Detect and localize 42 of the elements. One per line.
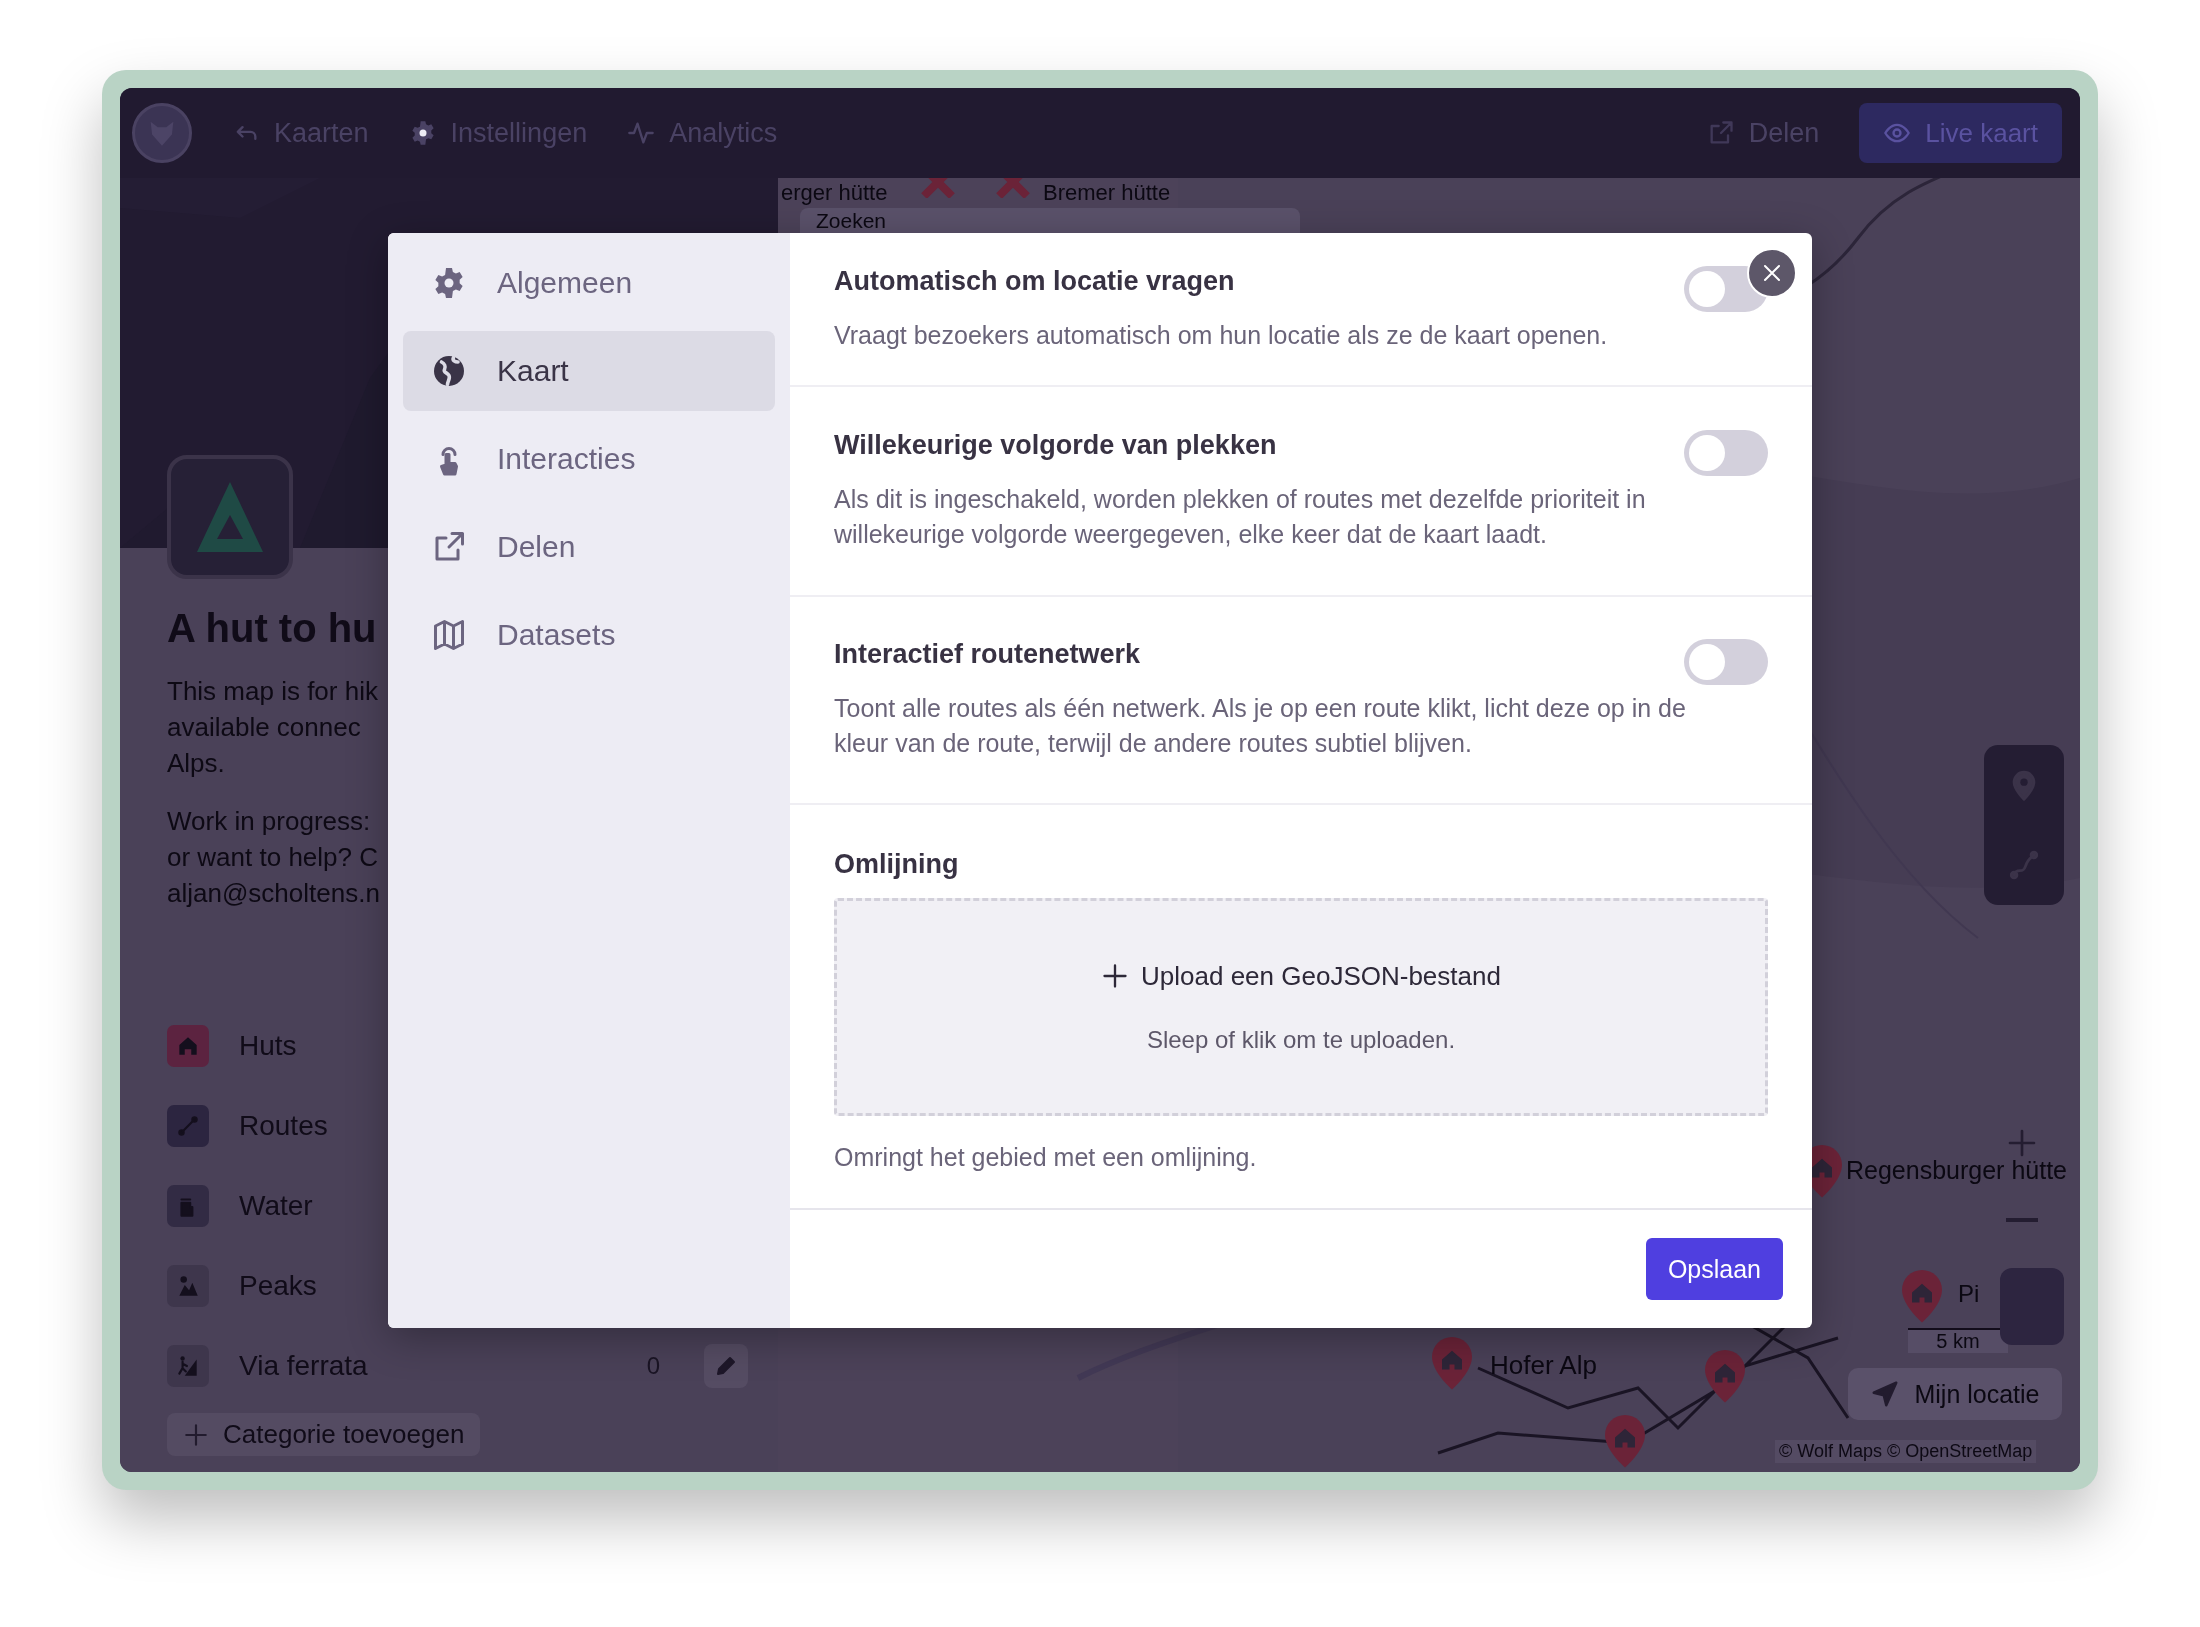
map-attribution: © Wolf Maps © OpenStreetMap [1775, 1440, 2037, 1463]
upload-hint: Sleep of klik om te uploaden. [1146, 1025, 1456, 1054]
route-icon [2007, 848, 2041, 882]
zoom-in-button[interactable] [2006, 1127, 2038, 1159]
minus-icon [2006, 1218, 2038, 1222]
marker-label[interactable]: Bremer hütte [1043, 180, 1171, 206]
upload-label[interactable]: Upload een GeoJSON-bestand [1101, 960, 1501, 992]
map-icon [431, 617, 467, 653]
setting-description: Vraagt bezoekers automatisch om hun locatie als ze de kaart openen. [834, 319, 1609, 351]
setting-description: Omringt het gebied met een omlijning. [834, 1142, 1258, 1173]
setting-title: Automatisch om locatie vragen [834, 265, 1235, 297]
live-map-button[interactable]: Live kaart [1859, 103, 2062, 163]
zoom-out-button[interactable] [2006, 1218, 2038, 1222]
route-glyph-icon [175, 1113, 201, 1139]
settings-tab[interactable]: Datasets [403, 595, 775, 675]
scale-bar: 5 km [1908, 1328, 2008, 1353]
logo-icon[interactable] [132, 103, 192, 163]
marker-label[interactable]: Pi [1958, 1280, 1980, 1308]
plus-icon [183, 1421, 209, 1448]
setting-description: Toont alle routes als één netwerk. Als je op een route klikt, licht deze op in de kleur van de route, terwijl de andere routes subtiel blijven. [834, 693, 1687, 759]
map-title: A hut to hu [167, 606, 377, 651]
setting-description: Als dit is ingeschakeld, worden plekken of routes met dezelfde prioriteit in willekeurige volgorde weergegeven, elke keer dat de kaart laadt. [834, 484, 1647, 550]
marker-label[interactable]: erger hütte [781, 180, 888, 206]
save-button[interactable]: Opslaan [1645, 1238, 1783, 1300]
category-name[interactable]: Via ferrata [239, 1350, 617, 1382]
layer-button[interactable] [2000, 1268, 2064, 1345]
add-category-button[interactable]: Categorie toevoegen [167, 1413, 481, 1456]
map-description: This map is for hik available connec Alps. [167, 675, 378, 780]
contact-note: Work in progress: or want to help? C aljan@scholtens.n [167, 805, 380, 910]
my-location-button[interactable]: Mijn locatie [1848, 1368, 2062, 1420]
setting-title: Interactief routenetwerk [834, 639, 1141, 670]
setting-title: Willekeurige volgorde van plekken [834, 430, 1277, 461]
marker-label[interactable]: Regensburger hütte [1846, 1156, 2067, 1185]
toggle-switch[interactable] [1684, 430, 1768, 476]
pencil-icon [714, 1354, 738, 1378]
marker-label[interactable]: Hofer Alp [1490, 1350, 1597, 1381]
edit-button[interactable] [704, 1344, 748, 1388]
plus-icon [2006, 1127, 2038, 1159]
upload-dropzone[interactable]: Upload een GeoJSON-bestand Sleep of klik om te uploaden. [834, 898, 1768, 1116]
setting-title: Omlijning [834, 849, 959, 880]
search-field[interactable]: Zoeken [800, 208, 1300, 233]
toggle-switch[interactable] [1684, 639, 1768, 685]
